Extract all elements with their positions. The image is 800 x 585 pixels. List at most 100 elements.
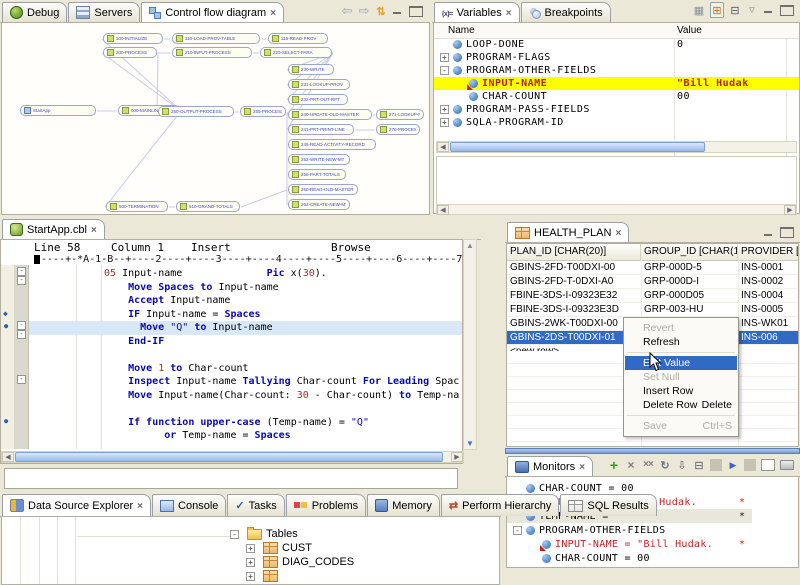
column-header[interactable]: PROVIDER [CHAR — [738, 244, 799, 260]
remove-monitor-icon[interactable] — [625, 458, 637, 472]
minimize-icon[interactable] — [392, 6, 404, 16]
tree-item[interactable]: + — [2, 569, 499, 583]
value-column-header[interactable]: Value — [677, 25, 702, 36]
close-icon[interactable] — [615, 227, 621, 239]
code-line[interactable]: 05 Input-name Pic x(30). — [29, 267, 462, 281]
view-tab[interactable]: Memory — [367, 494, 440, 516]
expander-icon[interactable]: + — [440, 105, 449, 114]
tab-monitors[interactable]: Monitors — [507, 456, 593, 476]
fold-toggle-icon[interactable]: - — [17, 276, 26, 285]
table-row[interactable]: FBINE-3DS-I-09323E32 GRP-000D05 INS-0004 — [507, 289, 798, 303]
flow-node[interactable]: 255-PROCESS-RM — [240, 106, 286, 117]
expander-icon[interactable]: - — [513, 526, 522, 535]
back-icon[interactable] — [341, 4, 353, 18]
variable-row[interactable]: + SQLA-PROGRAM-ID — [434, 116, 799, 129]
expander-icon[interactable]: + — [246, 544, 255, 553]
instruction-pointer-icon[interactable]: ◆ — [3, 309, 8, 318]
scrollbar-thumb[interactable] — [15, 452, 443, 462]
menu-item[interactable]: Insert Row — [625, 384, 737, 398]
close-icon[interactable] — [270, 7, 276, 19]
code-line[interactable]: IF Input-name = Spaces — [29, 308, 462, 322]
flow-node[interactable]: 231-LOOKUP-PROV — [288, 79, 350, 90]
column-header[interactable]: GROUP_ID [CHAR(10)] — [641, 244, 738, 260]
expander-icon[interactable]: - — [230, 530, 239, 539]
monitor-entry[interactable]: CHAR-COUNT = 00 — [507, 481, 798, 495]
variable-row[interactable]: - PROGRAM-OTHER-FIELDS — [434, 64, 799, 77]
horizontal-scrollbar[interactable]: ◀ ▶ — [1, 451, 464, 463]
scroll-right-arrow[interactable]: ▶ — [451, 452, 463, 462]
toolbar-separator[interactable] — [744, 459, 756, 471]
menu-item[interactable]: Delete Row Delete — [625, 398, 737, 412]
copy-icon[interactable] — [761, 459, 775, 471]
variable-row[interactable]: + PROGRAM-PASS-FIELDS — [434, 103, 799, 116]
expander-icon[interactable] — [513, 484, 522, 493]
table-row[interactable]: GBINS-2FD-T-0DXI-A0 GRP-000D-I INS-0002 — [507, 275, 798, 289]
code-line[interactable] — [29, 348, 462, 362]
detail-scrollbar[interactable]: ◀ ▶ — [436, 204, 797, 215]
flow-node[interactable]: 241-PRT-PRINT-LINE — [288, 124, 354, 135]
flow-node[interactable]: 500-TERMINATION — [106, 201, 168, 212]
collapse-all-icon[interactable] — [729, 3, 741, 17]
menu-item[interactable]: Refresh — [625, 335, 737, 349]
expander-icon[interactable]: - — [440, 66, 449, 75]
tree-item[interactable]: - Tables — [2, 527, 499, 541]
fold-toggle-icon[interactable]: - — [17, 330, 26, 339]
minimize-icon[interactable] — [763, 228, 775, 238]
scroll-down-arrow[interactable]: ▼ — [465, 439, 475, 448]
maximize-icon[interactable] — [409, 6, 423, 17]
view-tab[interactable]: SQL Results — [560, 494, 656, 516]
flow-node[interactable]: 210-INPUT-PROCESS — [172, 47, 252, 58]
flow-node[interactable]: 262-CREATE-NEW-MT — [288, 199, 350, 210]
code-line[interactable]: End-IF — [29, 335, 462, 349]
tab-startapp-cbl[interactable]: StartApp.cbl — [2, 219, 105, 239]
expander-icon[interactable] — [456, 79, 465, 88]
flow-node[interactable]: 276-PROCESS — [376, 124, 420, 135]
flow-node[interactable]: 256-PART-TOTALS — [288, 169, 346, 180]
logical-structure-icon[interactable] — [710, 2, 724, 18]
breakpoint-icon[interactable]: ● — [4, 322, 8, 330]
scrollbar-thumb[interactable] — [450, 142, 705, 152]
menu-item[interactable] — [627, 352, 735, 353]
code-line[interactable]: Move 1 to Char-count — [29, 362, 462, 376]
variable-row[interactable]: + PROGRAM-FLAGS — [434, 51, 799, 64]
flow-node[interactable]: 230-WRITE — [288, 64, 334, 75]
flow-node[interactable]: 110-LOAD-PROV-TABLE — [172, 33, 260, 44]
expander-icon[interactable]: + — [246, 572, 255, 581]
monitor-entry[interactable]: CHAR-COUNT = 00 — [507, 551, 798, 565]
toolbar-separator[interactable] — [710, 459, 722, 471]
menu-item[interactable]: Edit Value — [625, 356, 737, 370]
flow-node[interactable]: 232-PRT-OUT-RPT — [288, 94, 348, 105]
view-tab[interactable]: Servers — [68, 2, 140, 22]
flow-node[interactable]: 252-WRITE-NEW-MT — [288, 154, 350, 165]
monitor-entry[interactable]: - PROGRAM-OTHER-FIELDS — [507, 523, 798, 537]
scroll-left-arrow[interactable]: ◀ — [437, 142, 449, 152]
minimize-icon[interactable] — [763, 5, 775, 15]
monitor-entry[interactable]: INPUT-NAME = "Bill Hudak. * — [507, 537, 798, 551]
view-tab[interactable]: Tasks — [227, 494, 284, 516]
view-tab[interactable]: Console — [152, 494, 226, 516]
skip-breakpoints-icon[interactable] — [727, 458, 739, 472]
variable-detail-pane[interactable] — [436, 156, 797, 205]
flow-node[interactable]: 250-OUTPUT-PROCESS — [158, 106, 234, 117]
show-types-icon[interactable] — [693, 3, 705, 17]
table-row[interactable]: FBINE-3DS-I-09323E3D GRP-003-HU INS-0005 — [507, 303, 798, 317]
menu-item[interactable]: Set Null — [625, 370, 737, 384]
view-menu-icon[interactable] — [746, 3, 758, 17]
expander-icon[interactable]: + — [440, 53, 449, 62]
view-tab[interactable]: Data Source Explorer — [2, 494, 151, 516]
scroll-right-arrow[interactable]: ▶ — [784, 205, 796, 215]
code-line[interactable]: Inspect Input-name Tallying Char-count F… — [29, 375, 462, 389]
scroll-up-arrow[interactable]: ▲ — [465, 241, 475, 250]
code-line[interactable]: Move Input-name(Char-count: 30 - Char-co… — [29, 389, 462, 403]
menu-item[interactable] — [627, 415, 735, 416]
view-tab[interactable]: Variables — [434, 2, 520, 22]
column-header[interactable]: PLAN_ID [CHAR(20)] — [507, 244, 641, 260]
code-line[interactable]: or Temp-name = Spaces — [29, 429, 462, 443]
scroll-left-arrow[interactable]: ◀ — [437, 205, 449, 215]
tree-item[interactable]: + DIAG_CODES — [2, 555, 499, 569]
forward-icon[interactable] — [358, 4, 370, 18]
maximize-icon[interactable] — [780, 5, 794, 16]
expander-icon[interactable] — [529, 554, 538, 563]
code-line[interactable]: Move "Q" to Input-name — [29, 321, 462, 335]
fold-toggle-icon[interactable]: - — [17, 375, 26, 384]
